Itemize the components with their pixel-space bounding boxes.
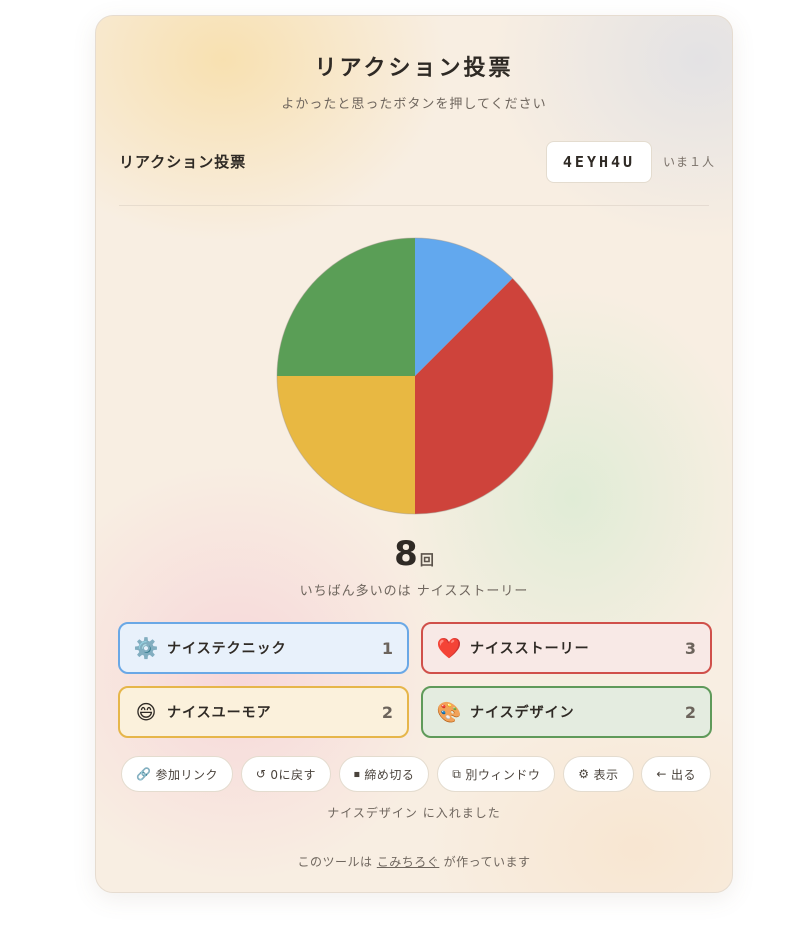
vote-count: 3 [684,638,696,658]
divider [119,205,709,206]
vote-label: ナイスデザイン [470,705,575,721]
pie-slice-2 [277,376,415,514]
page-subtitle: よかったと思ったボタンを押してください [281,97,547,112]
action-label: 表示 [593,767,619,782]
vote-card: リアクション投票 よかったと思ったボタンを押してください リアクション投票 4E… [95,15,733,893]
pie-chart [276,237,554,515]
action-label: 締め切る [364,767,415,782]
vote-label: ナイスストーリー [470,641,590,657]
palette-icon: 🎨 [436,700,462,724]
total-unit: 回 [419,553,434,569]
vote-count: 2 [684,702,696,722]
gear-icon: ⚙️ [133,636,159,660]
leave-button[interactable]: ← 出る [641,756,711,792]
action-label: 0に戻す [270,767,317,782]
vote-count: 2 [381,702,393,722]
footer-suffix: が作っています [443,855,531,869]
vote-button-nice-technique[interactable]: ⚙️ ナイステクニック 1 [118,622,409,674]
vote-label: ナイスユーモア [167,705,272,721]
join-link-button[interactable]: 🔗 参加リンク [121,756,233,792]
heart-icon: ❤️ [436,636,462,660]
action-bar: 🔗 参加リンク ↺ 0に戻す ⏹ 締め切る ⧉ 別ウィンドウ ⚙ 表示 ← 出る [121,756,711,792]
leader-text: いちばん多いのは ナイスストーリー [299,584,529,599]
status-message: ナイスデザイン に入れました [327,806,501,820]
total-number: 8 [394,534,418,574]
reset-button[interactable]: ↺ 0に戻す [240,756,332,792]
new-window-button[interactable]: ⧉ 別ウィンドウ [437,756,556,792]
gear-icon: ⚙ [578,767,590,781]
footer: このツールは こみちろぐ が作っています [96,853,732,870]
reset-icon: ↺ [255,767,267,781]
stop-icon: ⏹ [353,766,361,781]
arrow-left-icon: ← [656,767,667,781]
room-label: リアクション投票 [119,153,247,171]
vote-buttons: ⚙️ ナイステクニック 1 ❤️ ナイスストーリー 3 😄 ナイスユーモア 2 … [118,622,712,738]
action-label: 別ウィンドウ [465,767,541,782]
vote-button-nice-design[interactable]: 🎨 ナイスデザイン 2 [421,686,712,738]
vote-label: ナイステクニック [167,641,287,657]
room-code[interactable]: 4EYH4U [546,141,652,183]
online-count: いま１人 [663,155,716,169]
footer-prefix: このツールは [297,855,373,869]
close-voting-button[interactable]: ⏹ 締め切る [338,756,430,792]
total-count: 8回 [96,534,732,574]
vote-count: 1 [381,638,393,658]
window-icon: ⧉ [452,766,462,781]
action-label: 参加リンク [155,767,218,782]
vote-button-nice-story[interactable]: ❤️ ナイスストーリー 3 [421,622,712,674]
smile-icon: 😄 [135,700,157,724]
display-settings-button[interactable]: ⚙ 表示 [563,756,634,792]
pie-slice-3 [277,238,415,376]
vote-button-nice-humor[interactable]: 😄 ナイスユーモア 2 [118,686,409,738]
link-icon: 🔗 [136,767,152,781]
action-label: 出る [670,767,696,782]
footer-link[interactable]: こみちろぐ [377,855,440,869]
page-title: リアクション投票 [314,56,514,81]
